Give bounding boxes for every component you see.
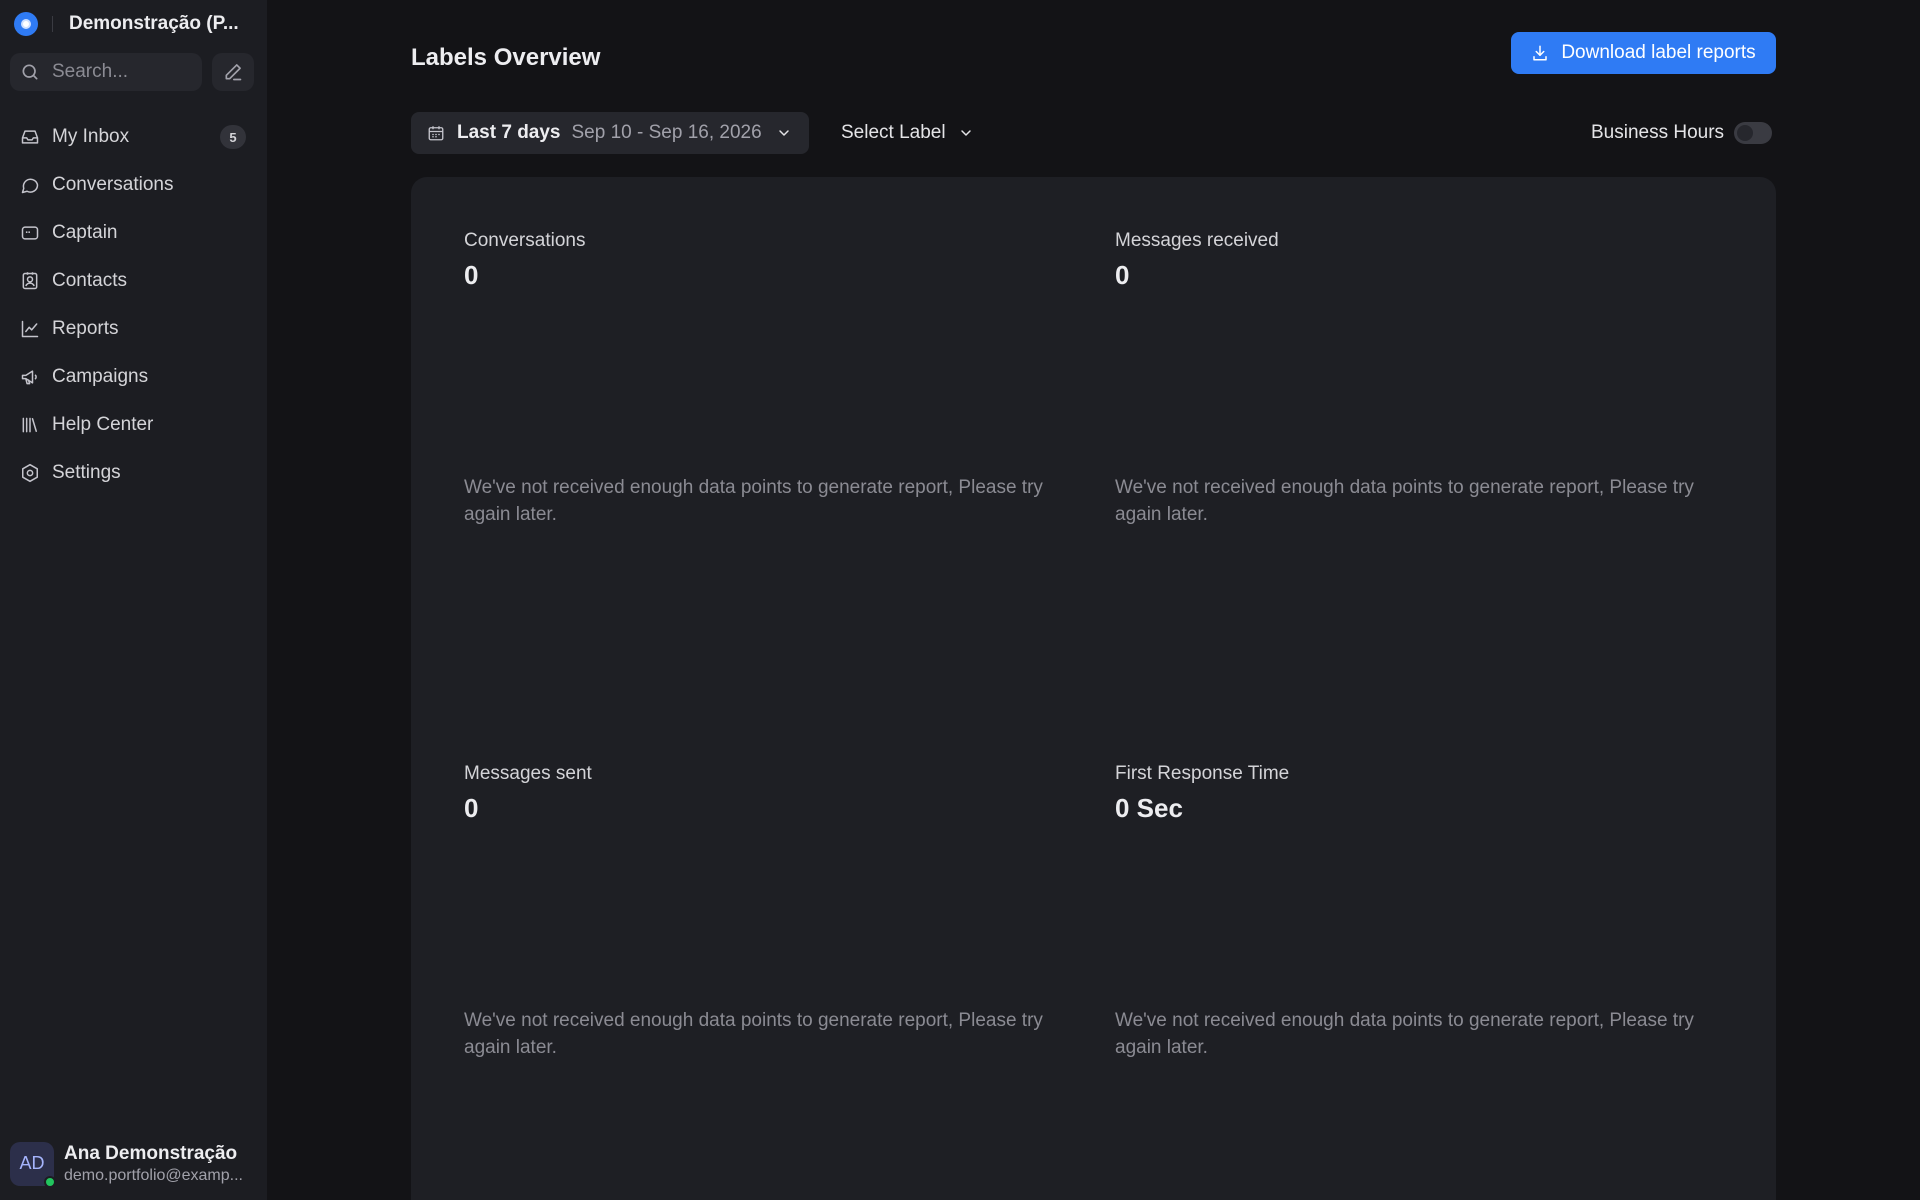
chevron-down-icon: [958, 125, 974, 141]
empty-state-message: We've not received enough data points to…: [1115, 477, 1694, 525]
search-input[interactable]: [52, 61, 192, 83]
chevron-down-icon: [776, 125, 792, 141]
sidebar-item-label: My Inbox: [52, 126, 130, 147]
download-label-reports-button[interactable]: Download label reports: [1511, 32, 1776, 74]
online-status-dot: [44, 1175, 56, 1188]
metric-title: Messages sent: [464, 763, 592, 784]
user-meta: Ana Demonstração demo.portfolio@examp...: [64, 1143, 260, 1185]
user-email: demo.portfolio@examp...: [64, 1166, 243, 1184]
brand-divider: [52, 16, 53, 32]
logo-icon[interactable]: [14, 12, 38, 36]
megaphone-icon: [19, 366, 41, 388]
business-hours-control: Business Hours: [1591, 112, 1773, 154]
line-chart-icon: [19, 318, 41, 340]
message-circle-icon: [19, 174, 41, 196]
captain-bot-icon: [19, 222, 41, 244]
inbox-icon: [19, 126, 41, 148]
sidebar-item-campaigns[interactable]: Campaigns: [0, 353, 267, 401]
label-select-dropdown[interactable]: Select Label: [841, 112, 974, 154]
sidebar-item-conversations[interactable]: Conversations: [0, 161, 267, 209]
date-range-value: Sep 10 - Sep 16, 2026: [571, 122, 762, 143]
empty-state-message: We've not received enough data points to…: [1115, 1010, 1694, 1058]
pencil-icon: [225, 64, 242, 81]
metric-value: 0: [464, 260, 479, 290]
metric-value: 0: [1115, 260, 1130, 290]
sidebar-item-label: Settings: [52, 462, 121, 483]
sidebar-item-help-center[interactable]: Help Center: [0, 401, 267, 449]
avatar-initials: AD: [19, 1153, 45, 1173]
sidebar-item-label: Reports: [52, 318, 119, 339]
metric-value: 0 Sec: [1115, 793, 1183, 823]
sidebar-item-settings[interactable]: Settings: [0, 449, 267, 497]
search-icon: [22, 64, 38, 80]
empty-state-message: We've not received enough data points to…: [464, 477, 1043, 525]
sidebar: Demonstração (P... My Inbox 5 Conversati…: [0, 0, 267, 1200]
settings-hexagon-icon: [19, 462, 41, 484]
sidebar-item-contacts[interactable]: Contacts: [0, 257, 267, 305]
inbox-count-badge: 5: [220, 125, 246, 149]
contact-card-icon: [19, 270, 41, 292]
business-hours-label: Business Hours: [1591, 122, 1725, 143]
avatar: AD: [10, 1141, 56, 1188]
user-profile[interactable]: AD Ana Demonstração demo.portfolio@examp…: [0, 1127, 267, 1200]
sidebar-item-label: Conversations: [52, 174, 174, 195]
main-content: Labels Overview Download label reports L…: [267, 0, 1920, 1200]
sidebar-nav: My Inbox 5 Conversations Captain Contact…: [0, 113, 267, 497]
compose-button[interactable]: [212, 53, 254, 91]
sidebar-item-captain[interactable]: Captain: [0, 209, 267, 257]
metric-conversations: Conversations 0 We've not received enoug…: [464, 230, 1064, 525]
metric-title: Messages received: [1115, 230, 1279, 251]
metric-messages-sent: Messages sent 0 We've not received enoug…: [464, 763, 1064, 1058]
metric-title: First Response Time: [1115, 763, 1290, 784]
account-switcher[interactable]: Demonstração (P...: [69, 13, 249, 35]
calendar-icon: [428, 126, 444, 141]
page-title: Labels Overview: [411, 44, 601, 71]
sidebar-item-reports[interactable]: Reports: [0, 305, 267, 353]
metric-title: Conversations: [464, 230, 586, 251]
empty-state-message: We've not received enough data points to…: [464, 1010, 1043, 1058]
app-root: Demonstração (P... My Inbox 5 Conversati…: [0, 0, 1920, 1200]
sidebar-item-label: Contacts: [52, 270, 127, 291]
sidebar-item-label: Campaigns: [52, 366, 149, 387]
user-name: Ana Demonstração: [64, 1142, 238, 1164]
business-hours-toggle[interactable]: [1734, 122, 1773, 144]
sidebar-item-label: Help Center: [52, 414, 154, 435]
date-range-picker[interactable]: Last 7 days Sep 10 - Sep 16, 2026: [411, 112, 809, 154]
library-icon: [19, 414, 41, 436]
download-button-label: Download label reports: [1561, 42, 1756, 63]
search-box: [10, 53, 202, 91]
metric-value: 0: [464, 793, 479, 823]
date-range-label: Last 7 days: [457, 122, 561, 143]
sidebar-item-label: Captain: [52, 222, 118, 243]
label-select-text: Select Label: [841, 122, 946, 143]
metric-first-response-time: First Response Time 0 Sec We've not rece…: [1115, 763, 1715, 1058]
metric-messages-received: Messages received 0 We've not received e…: [1115, 230, 1715, 525]
download-icon: [1533, 45, 1548, 61]
brand: Demonstração (P...: [14, 12, 249, 36]
sidebar-item-my-inbox[interactable]: My Inbox 5: [0, 113, 267, 161]
report-panel: Conversations 0 We've not received enoug…: [411, 177, 1776, 1200]
